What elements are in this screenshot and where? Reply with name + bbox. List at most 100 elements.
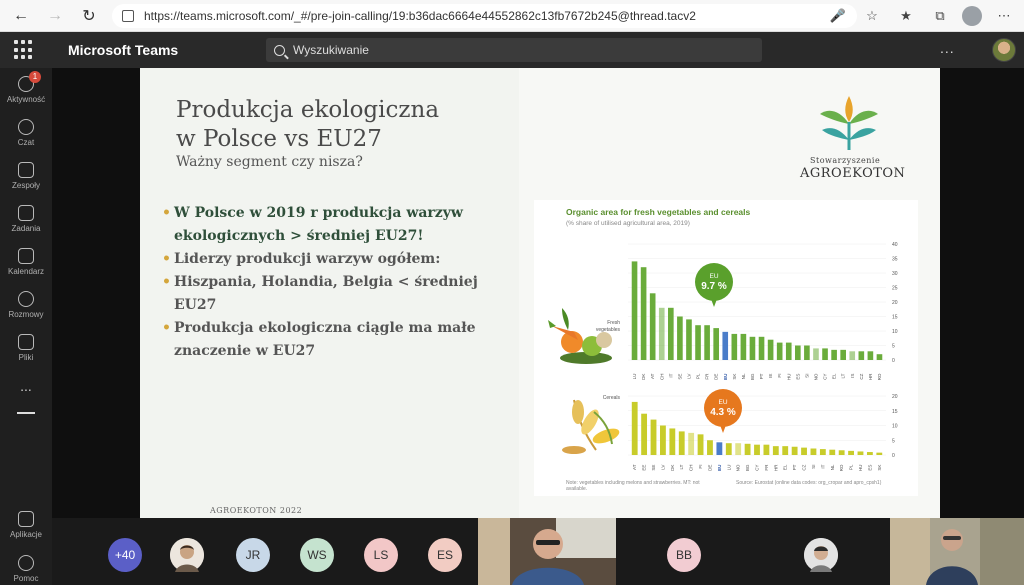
phone-icon [18, 291, 34, 307]
bullet-item: • Liderzy produkcji warzyw ogółem: [162, 248, 502, 271]
browser-toolbar: ← → ↻ https://teams.microsoft.com/_#/pre… [0, 0, 1024, 32]
rail-item-apps[interactable]: Aplikacje [0, 511, 52, 539]
x-tick-label: CY [755, 465, 760, 471]
x-tick-label: CY [823, 374, 828, 380]
participant-video-tile[interactable] [478, 518, 616, 585]
rail-label: Zespoły [11, 181, 40, 190]
bar [866, 452, 873, 455]
participant-video-tile[interactable] [890, 518, 1024, 585]
rail-item-help[interactable]: Pomoc [0, 555, 52, 583]
participant-avatar[interactable] [804, 538, 838, 572]
eu-callout-value: 9.7 % [701, 281, 727, 292]
refresh-icon[interactable]: ↻ [74, 1, 104, 31]
rail-item-tasks[interactable]: Zadania [0, 205, 52, 233]
x-tick-label: NO [736, 464, 741, 471]
rail-label: Pliki [18, 353, 34, 362]
bar [813, 348, 819, 360]
bar [722, 331, 729, 360]
more-participants-button[interactable]: +40 [108, 538, 142, 572]
bar [668, 307, 674, 360]
back-icon[interactable]: ← [6, 1, 36, 31]
x-tick-label: PT [759, 373, 764, 379]
profile-avatar[interactable] [962, 6, 982, 26]
bar [804, 345, 810, 360]
x-tick-label: CZ [859, 373, 864, 379]
participant-avatar-ws[interactable]: WS [300, 538, 334, 572]
x-tick-label: BG [750, 373, 755, 380]
bullet-text: Hiszpania, Holandia, Belgia < średniej E… [174, 274, 478, 313]
rail-item-chat[interactable]: Czat [0, 119, 52, 147]
left-rail: 1 Aktywność Czat Zespoły Zadania Kalenda… [0, 68, 52, 585]
bar [819, 449, 826, 455]
rail-item-activity[interactable]: 1 Aktywność [0, 71, 52, 104]
address-bar[interactable]: https://teams.microsoft.com/_#/pre-join-… [112, 4, 857, 28]
participant-avatar-jr[interactable]: JR [236, 538, 270, 572]
participant-avatar[interactable] [170, 538, 204, 572]
search-input[interactable]: Wyszukiwanie [266, 38, 762, 62]
y-tick-label: 35 [892, 257, 898, 263]
x-tick-label: HU [858, 465, 863, 472]
y-tick-label: 15 [892, 315, 898, 321]
more-icon[interactable]: ⋯ [992, 4, 1016, 28]
user-avatar[interactable] [992, 38, 1016, 62]
participant-photo [170, 538, 204, 572]
more-options-button[interactable]: ... [940, 40, 955, 56]
participant-avatar-es[interactable]: ES [428, 538, 462, 572]
bar [697, 434, 704, 455]
bar [858, 351, 865, 360]
x-tick-label: FI [777, 374, 782, 378]
activity-badge: 1 [29, 71, 41, 83]
rail-item-teams[interactable]: Zespoły [0, 162, 52, 190]
favorites-icon[interactable]: ★ [894, 4, 918, 28]
eu-callout-value: 4.3 % [710, 407, 736, 418]
vegetables-illustration [548, 308, 612, 364]
bar [754, 444, 760, 455]
x-tick-label: SK [877, 464, 882, 471]
bar [857, 451, 864, 455]
app-launcher-icon[interactable] [14, 40, 34, 60]
bar [686, 319, 692, 360]
microphone-icon[interactable]: 🎤 [826, 4, 850, 28]
star-icon[interactable]: ☆ [860, 4, 884, 28]
avatar-initials: WS [307, 548, 327, 562]
eu-callout-label: EU [718, 399, 727, 406]
x-tick-label: EU [717, 464, 722, 471]
x-tick-label: ES [795, 374, 800, 380]
x-tick-label: LV [686, 373, 691, 379]
rail-more-button[interactable]: ... [0, 378, 52, 394]
rail-label: Kalendarz [7, 267, 45, 276]
bullet-item: • W Polsce w 2019 r produkcja warzyw ekol… [162, 202, 502, 248]
calendar-icon [18, 248, 34, 264]
x-tick-label: RO [839, 464, 844, 471]
logo-text-small: Stowarzyszenie [810, 156, 881, 165]
search-placeholder: Wyszukiwanie [293, 43, 369, 57]
bullet-text: Produkcja ekologiczna ciągle ma małe zna… [174, 320, 476, 359]
bell-icon: 1 [18, 71, 41, 92]
bullet-item: • Produkcja ekologiczna ciągle ma małe zn… [162, 317, 502, 363]
bar [831, 349, 837, 360]
slide-footer: AGROEKOTON 2022 [210, 506, 303, 515]
x-tick-label: EL [783, 464, 788, 470]
teams-icon [18, 162, 34, 178]
rail-item-calls[interactable]: Rozmowy [0, 291, 52, 319]
collections-icon[interactable]: ⧉ [928, 4, 952, 28]
forward-icon[interactable]: → [40, 1, 70, 31]
rail-item-calendar[interactable]: Kalendarz [0, 248, 52, 276]
x-tick-label: HR [773, 464, 778, 471]
x-tick-label: CZ [802, 464, 807, 470]
y-tick-label: 30 [892, 271, 898, 277]
panel-label-cereals: Cereals [603, 395, 621, 401]
rail-item-files[interactable]: Pliki [0, 334, 52, 362]
participant-avatar-ls[interactable]: LS [364, 538, 398, 572]
x-tick-label: IT [668, 373, 673, 377]
participant-avatar-bb[interactable]: BB [667, 538, 701, 572]
x-tick-label: SE [651, 465, 656, 471]
bar [631, 401, 638, 455]
x-tick-label: SK [732, 373, 737, 380]
avatar-initials: JR [245, 548, 261, 562]
cereals-illustration [562, 399, 620, 454]
bar [763, 444, 770, 455]
x-tick-label: LT [841, 373, 846, 378]
x-tick-label: RO [877, 373, 882, 380]
bar [767, 339, 774, 360]
